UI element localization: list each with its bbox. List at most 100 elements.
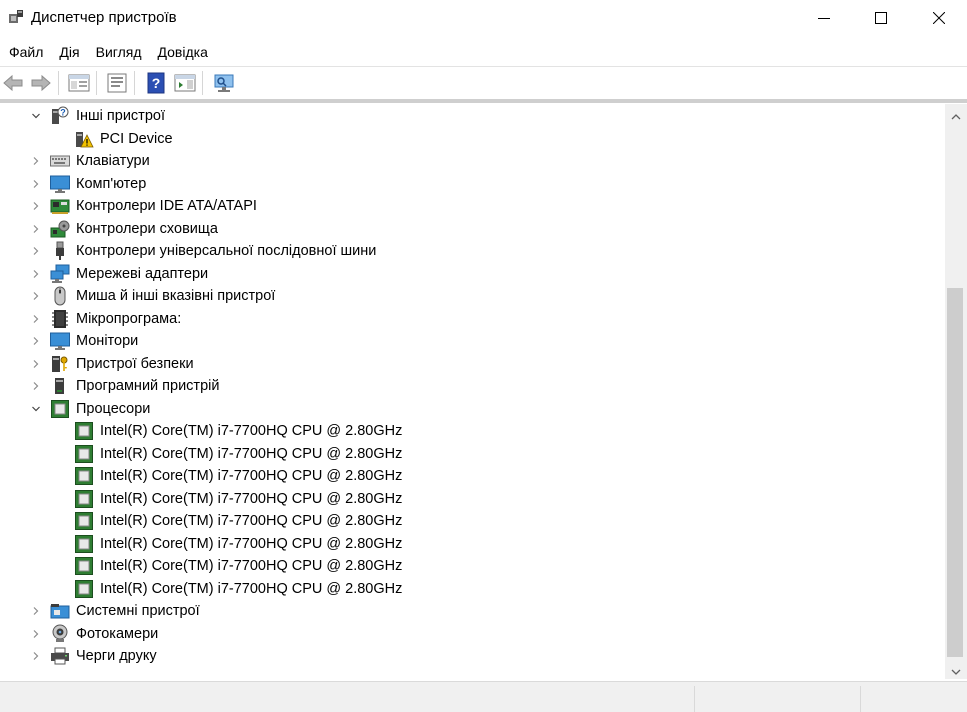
tree-item-security-devices[interactable]: Пристрої безпеки xyxy=(0,353,945,375)
tree-item-network-adapters[interactable]: Мережеві адаптери xyxy=(0,263,945,285)
chevron-right-icon[interactable] xyxy=(31,381,41,391)
processor-icon xyxy=(74,556,94,576)
camera-icon xyxy=(50,624,70,644)
tree-item-label: Intel(R) Core(TM) i7-7700HQ CPU @ 2.80GH… xyxy=(100,423,403,439)
processor-icon xyxy=(74,489,94,509)
tree-item-label: Фотокамери xyxy=(76,626,159,642)
show-hide-console-tree-button[interactable] xyxy=(66,70,92,96)
chevron-right-icon[interactable] xyxy=(31,314,41,324)
processor-icon xyxy=(74,534,94,554)
tree-item-label: Монітори xyxy=(76,333,139,349)
tree-item-system-devices[interactable]: Системні пристрої xyxy=(0,600,945,622)
software-device-icon xyxy=(50,376,70,396)
network-adapter-icon xyxy=(50,264,70,284)
scan-hardware-button[interactable] xyxy=(211,70,237,96)
maximize-button[interactable] xyxy=(852,0,910,36)
tree-item-ide-controllers[interactable]: Контролери IDE ATA/ATAPI xyxy=(0,195,945,217)
chevron-right-icon[interactable] xyxy=(31,201,41,211)
menu-file[interactable]: Файл xyxy=(1,40,51,64)
minimize-icon xyxy=(818,18,830,19)
tree-item-usb-controllers[interactable]: Контролери універсальної послідовної шин… xyxy=(0,240,945,262)
tree-item-software-devices[interactable]: Програмний пристрій xyxy=(0,375,945,397)
ide-controller-icon xyxy=(50,196,70,216)
usb-icon xyxy=(50,241,70,261)
chevron-right-icon[interactable] xyxy=(31,651,41,661)
tree-item-label: Контролери сховища xyxy=(76,221,218,237)
device-tree: ? Інші пристрої PCI Device Клавіатури Ко… xyxy=(0,104,945,679)
tree-item-print-queues[interactable]: Черги друку xyxy=(0,645,945,667)
tree-item-cpu[interactable]: Intel(R) Core(TM) i7-7700HQ CPU @ 2.80GH… xyxy=(0,465,945,487)
forward-arrow-icon xyxy=(31,74,51,92)
show-hide-console-tree-icon xyxy=(68,74,90,92)
chevron-right-icon[interactable] xyxy=(31,291,41,301)
tree-item-label: Intel(R) Core(TM) i7-7700HQ CPU @ 2.80GH… xyxy=(100,468,403,484)
chevron-right-icon[interactable] xyxy=(31,336,41,346)
menu-help[interactable]: Довідка xyxy=(150,40,216,64)
toolbar-separator xyxy=(134,71,135,95)
help-button[interactable]: ? xyxy=(143,70,169,96)
chevron-right-icon[interactable] xyxy=(31,606,41,616)
chevron-down-icon[interactable] xyxy=(31,111,41,121)
tree-item-label: Мережеві адаптери xyxy=(76,266,209,282)
tree-item-cpu[interactable]: Intel(R) Core(TM) i7-7700HQ CPU @ 2.80GH… xyxy=(0,510,945,532)
chevron-down-icon[interactable] xyxy=(31,404,41,414)
tree-item-processors[interactable]: Процесори xyxy=(0,398,945,420)
tree-item-cpu[interactable]: Intel(R) Core(TM) i7-7700HQ CPU @ 2.80GH… xyxy=(0,420,945,442)
status-bar xyxy=(0,681,967,712)
mouse-icon xyxy=(50,286,70,306)
tree-item-monitors[interactable]: Монітори xyxy=(0,330,945,352)
toolbar-separator xyxy=(96,71,97,95)
tree-item-label: Intel(R) Core(TM) i7-7700HQ CPU @ 2.80GH… xyxy=(100,581,403,597)
tree-item-mice[interactable]: Миша й інші вказівні пристрої xyxy=(0,285,945,307)
chevron-right-icon[interactable] xyxy=(31,224,41,234)
tree-item-cpu[interactable]: Intel(R) Core(TM) i7-7700HQ CPU @ 2.80GH… xyxy=(0,533,945,555)
chevron-right-icon[interactable] xyxy=(31,156,41,166)
svg-text:?: ? xyxy=(152,75,161,91)
toolbar-separator xyxy=(202,71,203,95)
back-button[interactable] xyxy=(0,70,26,96)
chevron-right-icon[interactable] xyxy=(31,629,41,639)
tree-item-label: PCI Device xyxy=(100,131,173,147)
chevron-right-icon[interactable] xyxy=(31,246,41,256)
help-icon: ? xyxy=(147,72,165,94)
tree-item-other-devices[interactable]: ? Інші пристрої xyxy=(0,105,945,127)
tree-item-cpu[interactable]: Intel(R) Core(TM) i7-7700HQ CPU @ 2.80GH… xyxy=(0,443,945,465)
scroll-down-arrow-icon[interactable] xyxy=(950,664,962,682)
tree-item-firmware[interactable]: Мікропрограма: xyxy=(0,308,945,330)
scan-hardware-icon xyxy=(214,74,234,92)
tree-item-label: Контролери універсальної послідовної шин… xyxy=(76,243,377,259)
menu-action[interactable]: Дія xyxy=(51,40,87,64)
scroll-up-arrow-icon[interactable] xyxy=(950,109,962,127)
properties-button[interactable] xyxy=(104,70,130,96)
title-bar: Диспетчер пристроїв xyxy=(0,0,967,36)
tree-item-storage-controllers[interactable]: Контролери сховища xyxy=(0,218,945,240)
tree-item-cpu[interactable]: Intel(R) Core(TM) i7-7700HQ CPU @ 2.80GH… xyxy=(0,488,945,510)
chevron-right-icon[interactable] xyxy=(31,359,41,369)
tree-item-pci-device[interactable]: PCI Device xyxy=(0,128,945,150)
properties-icon xyxy=(107,73,127,93)
monitor-icon xyxy=(50,331,70,351)
tree-item-label: Мікропрограма: xyxy=(76,311,182,327)
tree-item-cpu[interactable]: Intel(R) Core(TM) i7-7700HQ CPU @ 2.80GH… xyxy=(0,555,945,577)
tree-item-cpu[interactable]: Intel(R) Core(TM) i7-7700HQ CPU @ 2.80GH… xyxy=(0,578,945,600)
tree-item-cameras[interactable]: Фотокамери xyxy=(0,623,945,645)
forward-button[interactable] xyxy=(28,70,54,96)
minimize-button[interactable] xyxy=(795,0,853,36)
close-button[interactable] xyxy=(910,0,967,36)
tree-item-keyboards[interactable]: Клавіатури xyxy=(0,150,945,172)
system-devices-icon xyxy=(50,601,70,621)
chevron-right-icon[interactable] xyxy=(31,179,41,189)
warning-device-icon xyxy=(74,129,94,149)
storage-controller-icon xyxy=(50,219,70,239)
vertical-scrollbar[interactable] xyxy=(945,104,967,679)
tree-item-computer[interactable]: Комп'ютер xyxy=(0,173,945,195)
processor-icon xyxy=(50,399,70,419)
scrollbar-thumb[interactable] xyxy=(947,288,963,657)
menu-view[interactable]: Вигляд xyxy=(88,40,150,64)
processor-icon xyxy=(74,421,94,441)
maximize-icon xyxy=(875,12,887,24)
chevron-right-icon[interactable] xyxy=(31,269,41,279)
tree-item-label: Миша й інші вказівні пристрої xyxy=(76,288,276,304)
action-pane-button[interactable] xyxy=(172,70,198,96)
computer-icon xyxy=(50,174,70,194)
